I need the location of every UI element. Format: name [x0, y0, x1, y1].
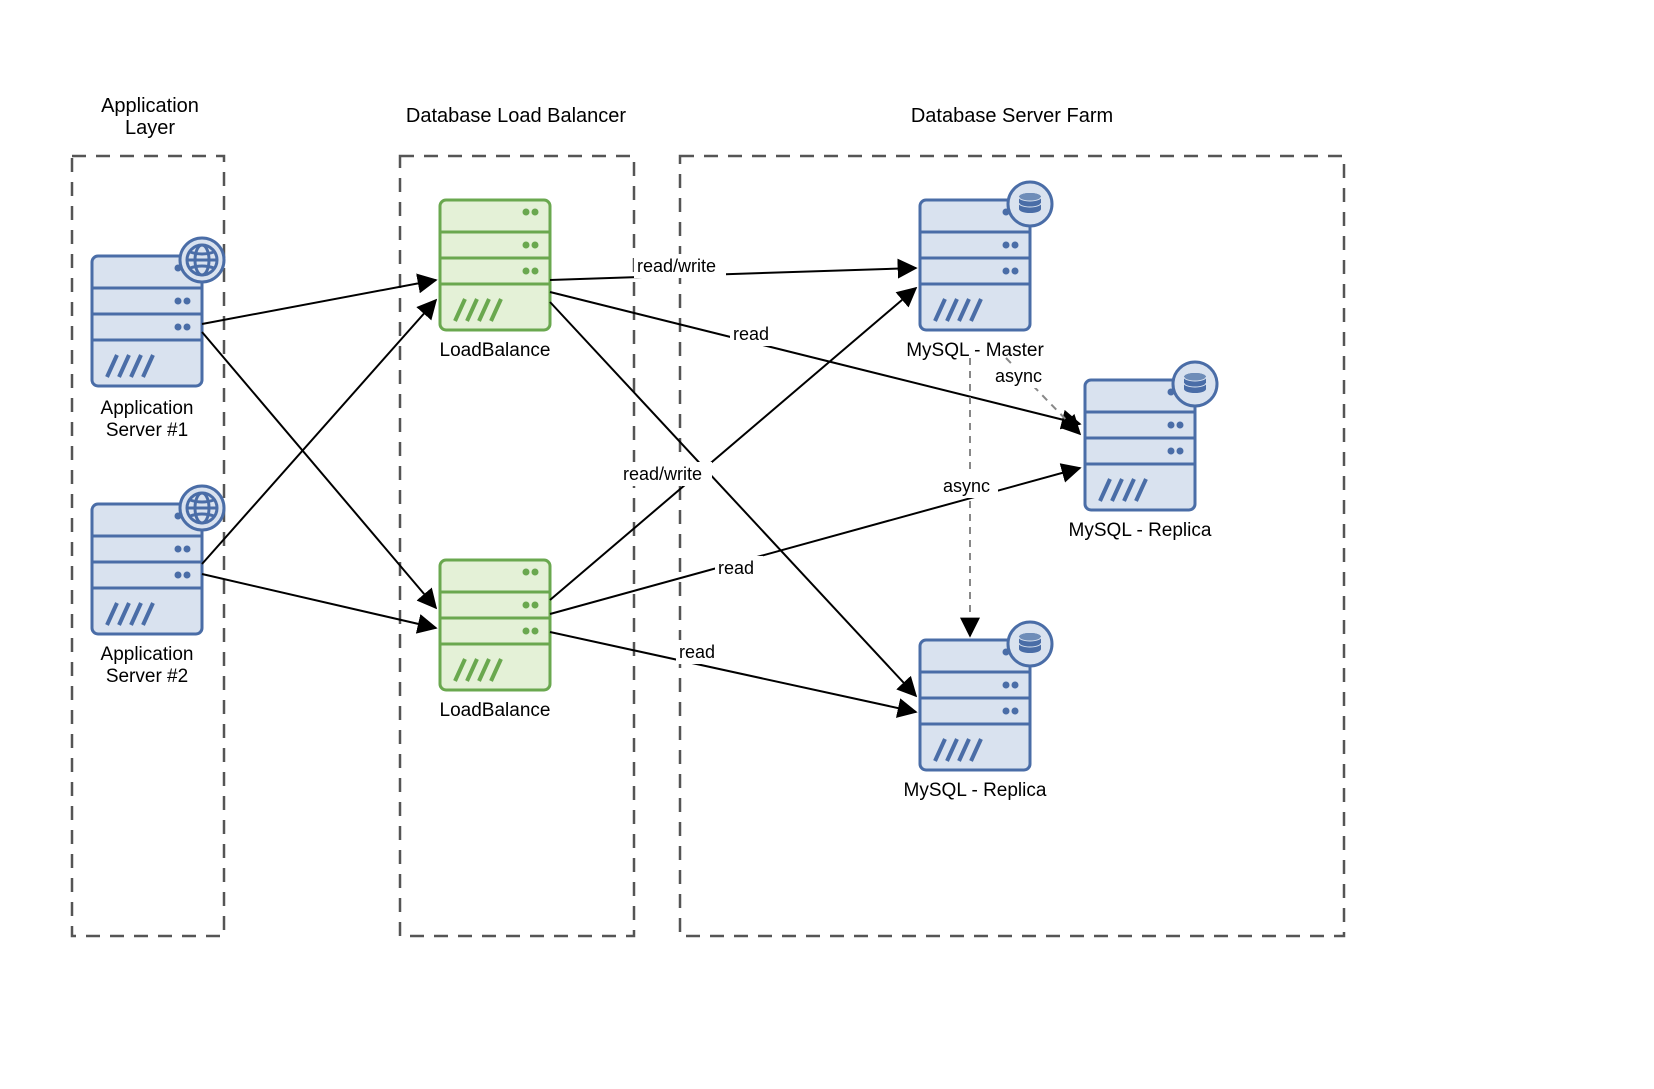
- node-mysql-master: [920, 182, 1052, 330]
- svg-text:MySQL - Replica: MySQL - Replica: [904, 780, 1047, 801]
- edge-lb2-replica1: [550, 468, 1080, 614]
- edge-lb1-master: [550, 268, 916, 280]
- globe-icon: [180, 486, 224, 530]
- group-title-lb: Database Load Balancer: [406, 105, 626, 127]
- group-title-db: Database Server Farm: [911, 105, 1113, 127]
- database-icon: [1173, 362, 1217, 406]
- svg-text:LoadBalance: LoadBalance: [440, 340, 551, 361]
- database-icon: [1008, 622, 1052, 666]
- node-app-server-1: [92, 238, 224, 386]
- svg-text:ApplicationLayer: ApplicationLayer: [101, 95, 199, 139]
- svg-text:MySQL - Master: MySQL - Master: [906, 340, 1044, 361]
- node-mysql-replica-1: [1085, 362, 1217, 510]
- edge-label-readwrite: read/write: [623, 464, 702, 484]
- architecture-diagram: { "groups": { "app": {"title": "Applicat…: [0, 0, 1654, 1084]
- node-app-server-2: [92, 486, 224, 634]
- edge-lb2-replica2: [550, 632, 916, 712]
- group-title-app-2: Layer: [125, 117, 175, 139]
- edge-label-read: read: [733, 324, 769, 344]
- edge-label-read: read: [718, 558, 754, 578]
- svg-text:ApplicationServer #2: ApplicationServer #2: [101, 644, 194, 687]
- edge-app2-lb2: [202, 574, 436, 628]
- edge-label-read: read: [679, 642, 715, 662]
- node-loadbalance-2: [440, 560, 550, 690]
- svg-text:ApplicationServer #1: ApplicationServer #1: [101, 398, 194, 441]
- edge-label-readwrite: read/write: [637, 256, 716, 276]
- node-loadbalance-1: [440, 200, 550, 330]
- svg-text:LoadBalance: LoadBalance: [440, 700, 551, 721]
- edge-label-async: async: [995, 366, 1042, 386]
- database-icon: [1008, 182, 1052, 226]
- node-mysql-replica-2: [920, 622, 1052, 770]
- group-title-app-1: Application: [101, 95, 199, 117]
- edge-label-async: async: [943, 476, 990, 496]
- svg-text:MySQL - Replica: MySQL - Replica: [1069, 520, 1212, 541]
- edge-lb1-replica2: [550, 302, 916, 696]
- globe-icon: [180, 238, 224, 282]
